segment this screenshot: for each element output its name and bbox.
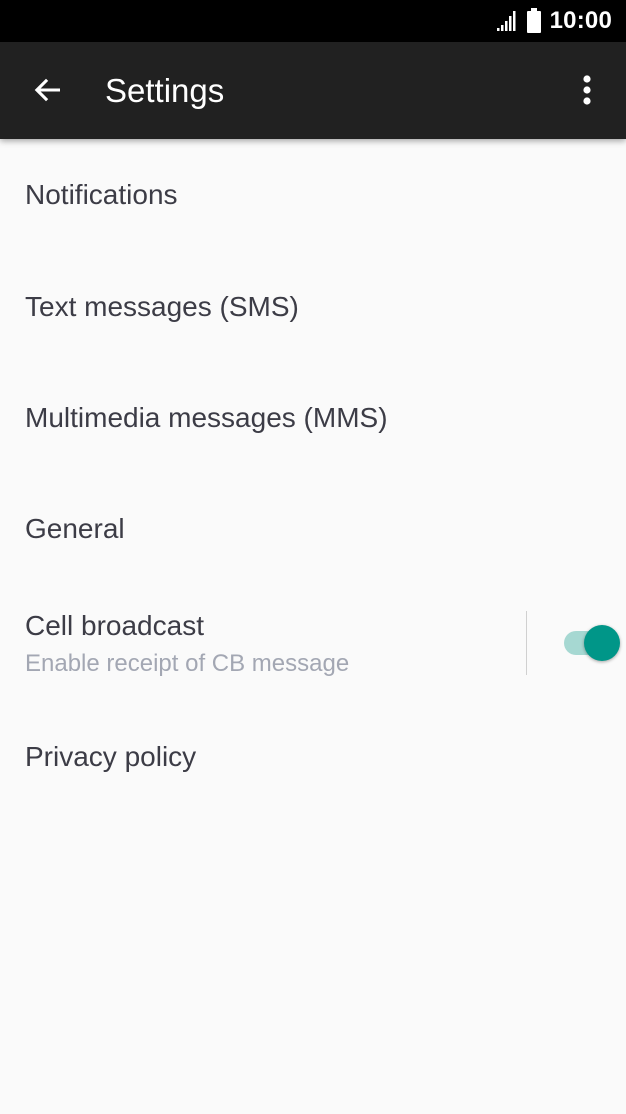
status-clock: 10:00 [549,7,612,34]
settings-item-label: Privacy policy [25,741,197,772]
cell-broadcast-toggle[interactable] [562,624,620,662]
settings-item-privacy-policy[interactable]: Privacy policy [0,705,626,816]
battery-icon [526,8,542,34]
settings-item-label: Text messages (SMS) [25,291,299,322]
status-icons: 10:00 [496,0,612,42]
arrow-back-icon [32,74,64,111]
settings-item-general[interactable]: General [0,472,626,583]
settings-item-mms[interactable]: Multimedia messages (MMS) [0,361,626,472]
back-button[interactable] [22,66,74,118]
cell-broadcast-title: Cell broadcast [25,610,204,641]
page-title: Settings [105,72,225,109]
settings-item-cell-broadcast[interactable]: Cell broadcast Enable receipt of CB mess… [0,583,525,705]
settings-item-notifications[interactable]: Notifications [0,139,626,250]
toggle-thumb [584,625,620,661]
settings-item-label: Notifications [25,179,178,210]
app-bar: Settings [0,42,626,139]
cell-broadcast-summary: Enable receipt of CB message [25,650,350,677]
overflow-menu-button[interactable] [562,66,612,118]
settings-item-label: General [25,513,125,544]
cell-broadcast-divider [526,611,527,675]
status-bar: 10:00 [0,0,626,42]
settings-item-label: Multimedia messages (MMS) [25,402,388,433]
more-vert-icon [582,74,592,110]
settings-screen: 10:00 Settings Notifications Text messag… [0,0,626,1114]
settings-item-sms[interactable]: Text messages (SMS) [0,250,626,361]
signal-icon [496,10,518,32]
